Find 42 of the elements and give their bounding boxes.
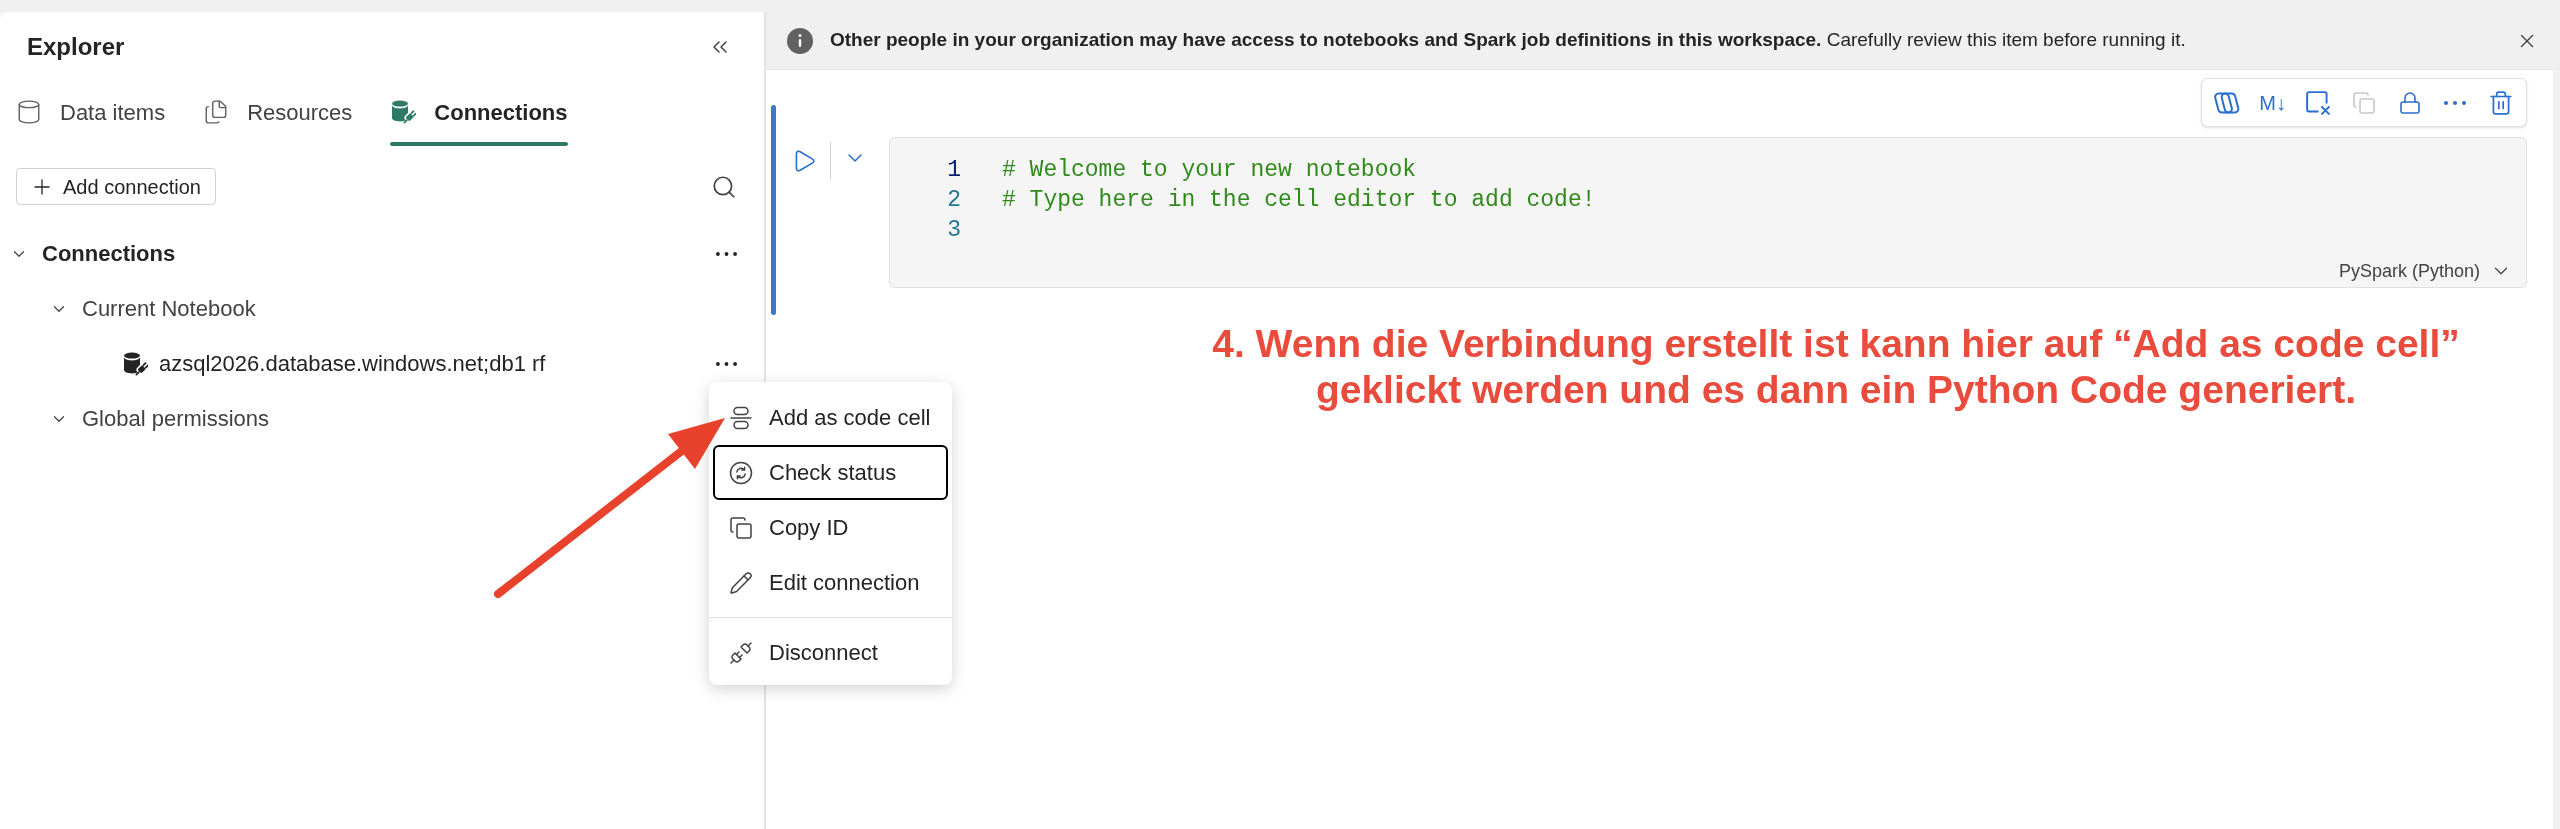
line-number: 1 bbox=[946, 155, 961, 185]
line-number: 2 bbox=[946, 185, 961, 215]
panel-title: Explorer bbox=[27, 32, 125, 62]
more-options-icon[interactable] bbox=[716, 361, 737, 366]
menu-item[interactable]: Edit connection bbox=[713, 555, 948, 610]
unplug-icon bbox=[729, 640, 753, 665]
search-icon[interactable] bbox=[711, 173, 737, 200]
database-plug-icon bbox=[122, 350, 148, 377]
code-comment: # Type here in the cell editor to add code! bbox=[1002, 185, 1596, 215]
lock-icon bbox=[2397, 89, 2422, 116]
tab[interactable]: Resources bbox=[203, 82, 353, 146]
menu-item[interactable]: Check status bbox=[713, 445, 948, 500]
stacked-cells-icon bbox=[729, 405, 753, 430]
trash-icon bbox=[2488, 88, 2515, 117]
menu-item[interactable]: Disconnect bbox=[713, 625, 948, 680]
annotation-text: 4. Wenn die Verbindung erstellt ist kann hier auf “Add as code cell” geklickt werden und es dann ein Python Code generiert. bbox=[1211, 321, 2461, 413]
menu-item[interactable]: Add as code cell bbox=[713, 390, 948, 445]
tree-item-label[interactable]: azsql2026.database.windows.net;db1 rf bbox=[159, 347, 546, 380]
line-number: 3 bbox=[946, 215, 961, 245]
tree-item-label[interactable]: Current Notebook bbox=[82, 292, 256, 325]
toolbar-button[interactable]: M↓ bbox=[2254, 84, 2291, 121]
square-x-icon bbox=[2306, 90, 2331, 115]
banner-message: Other people in your organization may have access to notebooks and Spark job definitions in this workspace. Carefully review this item before running it. bbox=[830, 28, 2187, 53]
refresh-circle-icon bbox=[729, 460, 753, 485]
interlocked-loops-icon bbox=[2213, 91, 2240, 114]
database-plug-icon bbox=[390, 99, 417, 125]
tab[interactable]: Connections bbox=[390, 82, 568, 146]
more-options-icon[interactable] bbox=[716, 251, 737, 256]
add-connection-button[interactable]: Add connection bbox=[16, 168, 216, 205]
tree-item-label[interactable]: Global permissions bbox=[82, 402, 270, 435]
more-options-icon bbox=[2444, 100, 2467, 105]
code-comment: # Welcome to your new notebook bbox=[1002, 155, 1417, 185]
cylinder-icon bbox=[16, 98, 42, 126]
copy-icon bbox=[729, 515, 753, 540]
code-editor[interactable]: 1 # Welcome to your new notebook 2 # Type here in the cell editor to add code! 3 PySpark (Python) bbox=[889, 137, 2527, 288]
copy-icon bbox=[2352, 90, 2376, 115]
info-icon bbox=[787, 27, 813, 54]
tree-item-label[interactable]: Connections bbox=[42, 237, 176, 270]
menu-item[interactable]: Copy ID bbox=[713, 500, 948, 555]
tab[interactable]: Data items bbox=[16, 82, 166, 146]
language-dropdown[interactable]: PySpark (Python) bbox=[2338, 258, 2512, 284]
pencil-icon bbox=[729, 570, 753, 595]
